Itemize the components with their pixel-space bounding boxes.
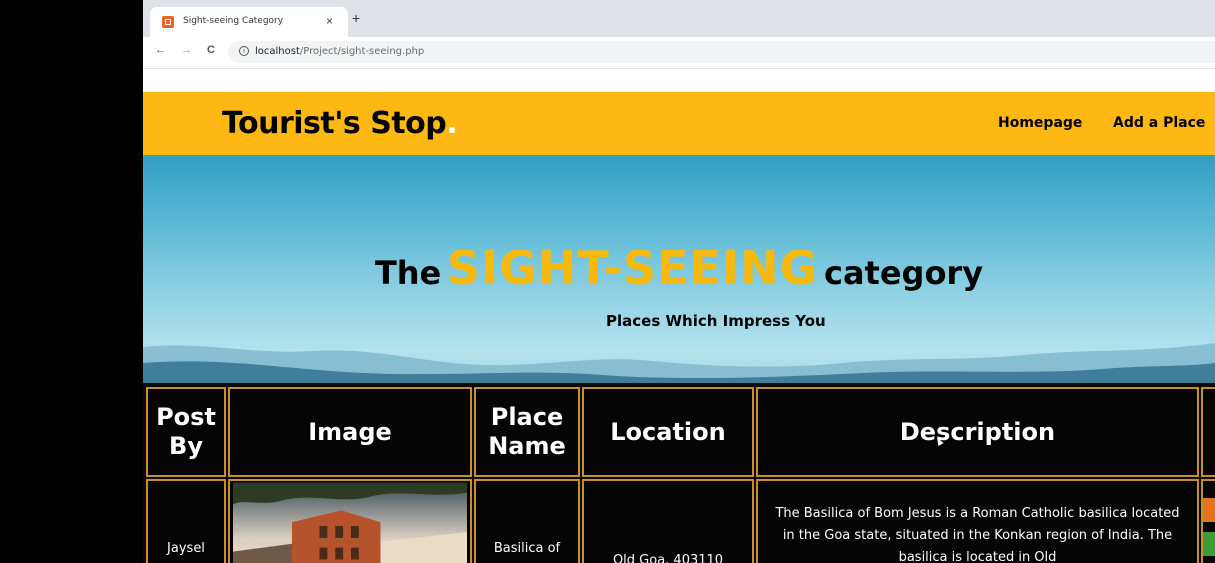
hero-title-highlight: SIGHT-SEEING — [446, 241, 819, 295]
new-tab-icon[interactable]: + — [352, 10, 360, 26]
back-icon[interactable]: ← — [155, 44, 166, 56]
header-location: Location — [582, 387, 754, 477]
logo-dot: . — [446, 106, 458, 141]
address-bar[interactable]: i localhost/Project/sight-seeing.php — [228, 41, 1215, 63]
header-image: Image — [228, 387, 472, 477]
browser-tab[interactable]: Sight-seeing Category × — [150, 7, 348, 37]
hero-banner: The SIGHT-SEEING category Places Which I… — [143, 155, 1215, 385]
favicon-icon — [162, 16, 174, 28]
description-value: The Basilica of Bom Jesus is a Roman Cat… — [775, 506, 1180, 563]
info-icon[interactable]: i — [239, 46, 249, 56]
cell-place-name: Basilica of — [474, 479, 580, 563]
site-logo[interactable]: Tourist's Stop. — [222, 106, 458, 141]
site-header: Tourist's Stop. Homepage Add a Place — [143, 92, 1215, 155]
browser-window: Sight-seeing Category × + ← → C i localh… — [143, 0, 1215, 563]
hero-subtitle: Places Which Impress You — [606, 312, 826, 330]
header-post-by-line1: Post — [156, 403, 216, 432]
edge-color-strip-orange — [1203, 498, 1215, 522]
cell-image — [228, 479, 472, 563]
header-description: Description — [756, 387, 1199, 477]
logo-text: Tourist's Stop — [222, 106, 447, 141]
edge-color-strip-green — [1203, 532, 1215, 556]
cell-post-by: Jaysel — [146, 479, 226, 563]
place-photo[interactable] — [233, 482, 467, 563]
url-text: localhost/Project/sight-seeing.php — [255, 46, 424, 57]
hero-title: The SIGHT-SEEING category — [143, 241, 1215, 295]
cell-description: The Basilica of Bom Jesus is a Roman Cat… — [756, 479, 1199, 563]
tab-title: Sight-seeing Category — [183, 16, 284, 26]
reload-icon[interactable]: C — [207, 44, 215, 56]
header-place-name-line2: Name — [488, 432, 566, 460]
forward-icon[interactable]: → — [181, 44, 192, 56]
location-value: Old Goa, 403110 — [612, 553, 724, 563]
header-place-name-line1: Place — [490, 403, 564, 432]
nav-add-a-place[interactable]: Add a Place — [1113, 115, 1205, 131]
post-by-value: Jaysel — [167, 541, 205, 557]
header-extra — [1201, 387, 1215, 477]
tab-close-icon[interactable]: × — [326, 14, 333, 28]
left-black-area — [0, 0, 143, 563]
header-post-by-line2: By — [169, 432, 203, 460]
hero-title-prefix: The — [374, 254, 442, 292]
places-table: Post By Image Place Name Location Descript… — [143, 383, 1215, 563]
browser-toolbar: ← → C i localhost/Project/sight-seeing.p… — [143, 37, 1215, 69]
header-post-by: Post By — [146, 387, 226, 477]
cell-location: Old Goa, 403110 — [582, 479, 754, 563]
tab-strip: Sight-seeing Category × + — [143, 0, 1215, 37]
hero-title-suffix: category — [823, 254, 984, 292]
url-path: /Project/sight-seeing.php — [299, 46, 425, 57]
place-name-value: Basilica of — [493, 541, 561, 557]
url-host: localhost — [255, 46, 300, 57]
header-place-name: Place Name — [474, 387, 580, 477]
nav-homepage[interactable]: Homepage — [998, 115, 1082, 131]
